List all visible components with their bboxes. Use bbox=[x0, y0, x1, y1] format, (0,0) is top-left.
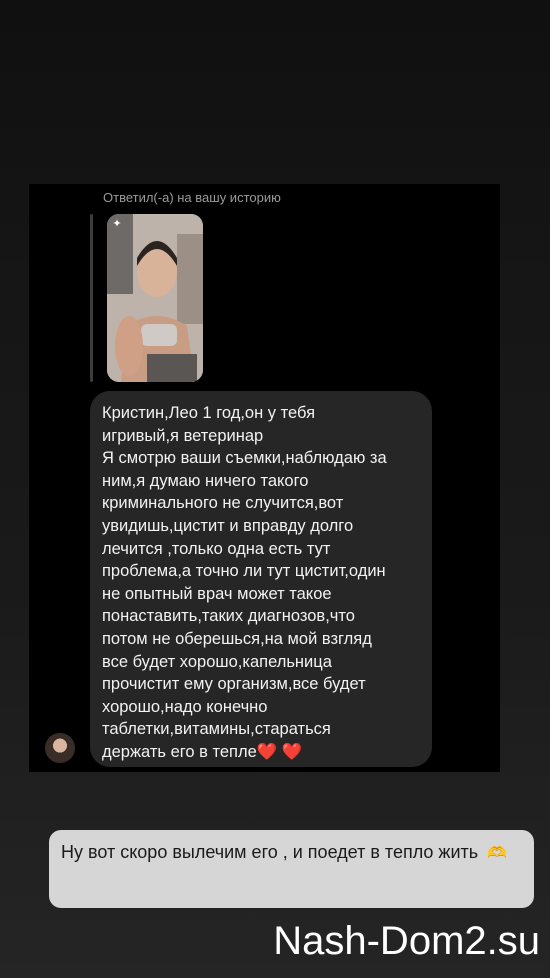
watermark-logo: Nash-Dom2.su bbox=[273, 919, 540, 963]
dm-screenshot: Ответил(-а) на вашу историю ✦ Кристин,Ле… bbox=[29, 184, 500, 772]
story-thumbnail[interactable]: ✦ bbox=[107, 214, 203, 382]
heart-hands-icon: 🫶 bbox=[487, 845, 508, 862]
reply-indicator-bar bbox=[90, 214, 93, 382]
story-photo-illustration bbox=[107, 214, 203, 382]
message-bubble: Кристин,Лео 1 год,он у тебя игривый,я ве… bbox=[90, 391, 432, 767]
story-caption: Ну вот скоро вылечим его , и поедет в те… bbox=[49, 830, 534, 908]
story-reply-label: Ответил(-а) на вашу историю bbox=[103, 190, 281, 205]
sender-avatar[interactable] bbox=[45, 733, 75, 763]
caption-text: Ну вот скоро вылечим его , и поедет в те… bbox=[61, 842, 479, 862]
sparkle-icon: ✦ bbox=[112, 218, 122, 230]
